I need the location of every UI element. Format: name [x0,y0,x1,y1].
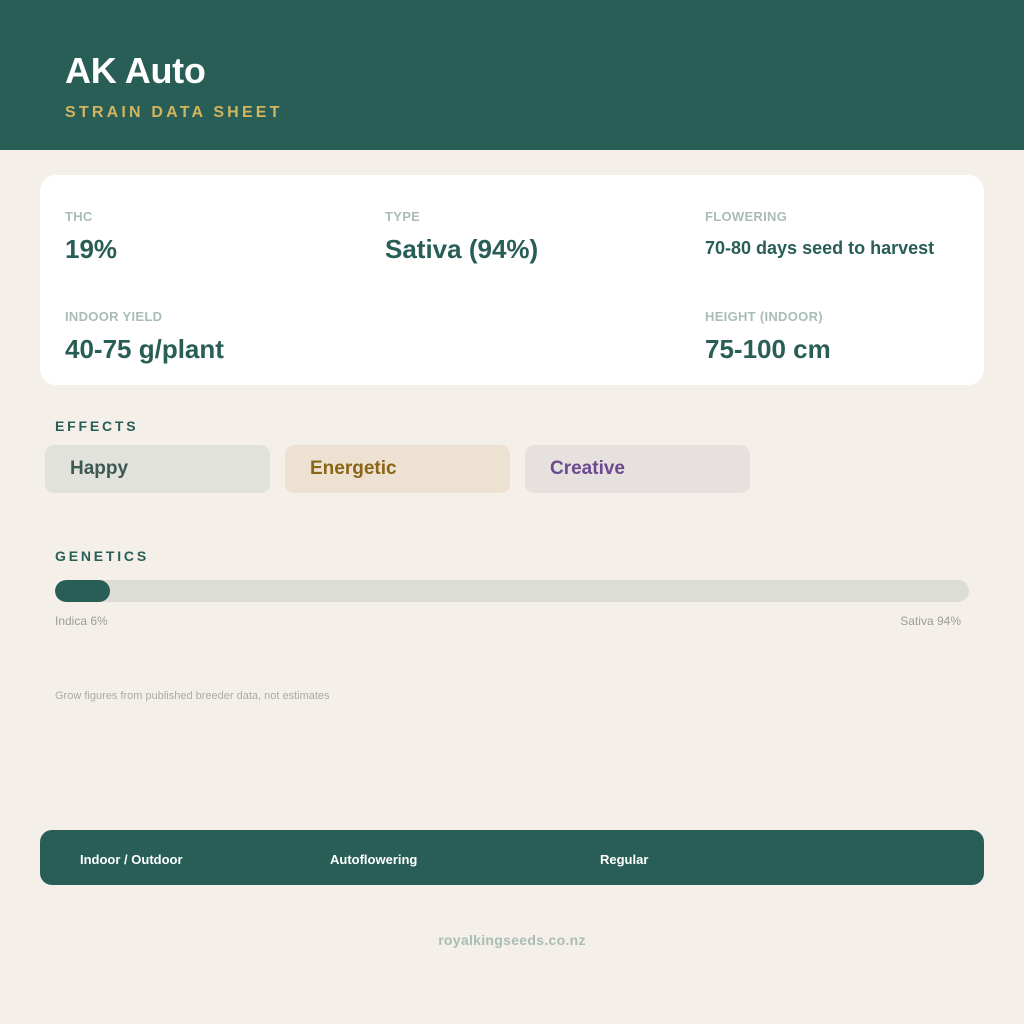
stat-type: TYPE Sativa (94%) [385,209,538,265]
website-url[interactable]: royalkingseeds.co.nz [0,932,1024,948]
sativa-label: Sativa 94% [900,614,961,628]
sheet-subtitle: STRAIN DATA SHEET [65,104,283,121]
footer-attributes-bar: Indoor / Outdoor Autoflowering Regular [40,830,984,885]
strain-name: AK Auto [65,50,206,91]
header-banner: AK Auto STRAIN DATA SHEET [0,0,1024,150]
genetics-bar [55,580,969,602]
effect-chip-creative: Creative [525,445,750,493]
attribute-environment: Indoor / Outdoor [80,852,183,867]
indica-label: Indica 6% [55,614,108,628]
effects-title: EFFECTS [55,418,139,434]
effect-chip-happy: Happy [45,445,270,493]
data-source-note: Grow figures from published breeder data… [55,690,330,702]
stat-height: HEIGHT (INDOOR) 75-100 cm [705,309,831,365]
stat-thc: THC 19% [65,209,117,265]
stat-type-value: Sativa (94%) [385,234,539,264]
stat-yield: INDOOR YIELD 40-75 g/plant [65,309,224,365]
stat-thc-value: 19% [65,234,118,264]
stat-yield-value: 40-75 g/plant [65,334,224,364]
attribute-flowering-type: Autoflowering [330,852,418,867]
stat-yield-label: INDOOR YIELD [65,309,163,324]
stat-flowering-value: 70-80 days seed to harvest [705,238,935,258]
strain-data-sheet: AK Auto STRAIN DATA SHEET THC 19% TYPE S… [0,0,1024,1024]
genetics-indica-fill [55,580,110,602]
genetics-title: GENETICS [55,548,149,564]
stats-card: THC 19% TYPE Sativa (94%) FLOWERING 70-8… [40,175,984,385]
stat-thc-label: THC [65,209,93,224]
attribute-seed-type: Regular [600,852,649,867]
stat-type-label: TYPE [385,209,421,224]
stat-height-value: 75-100 cm [705,334,831,364]
effect-chip-energetic: Energetic [285,445,510,493]
stat-height-label: HEIGHT (INDOOR) [705,309,823,324]
stat-flowering: FLOWERING 70-80 days seed to harvest [705,209,934,259]
stat-flowering-label: FLOWERING [705,209,788,224]
